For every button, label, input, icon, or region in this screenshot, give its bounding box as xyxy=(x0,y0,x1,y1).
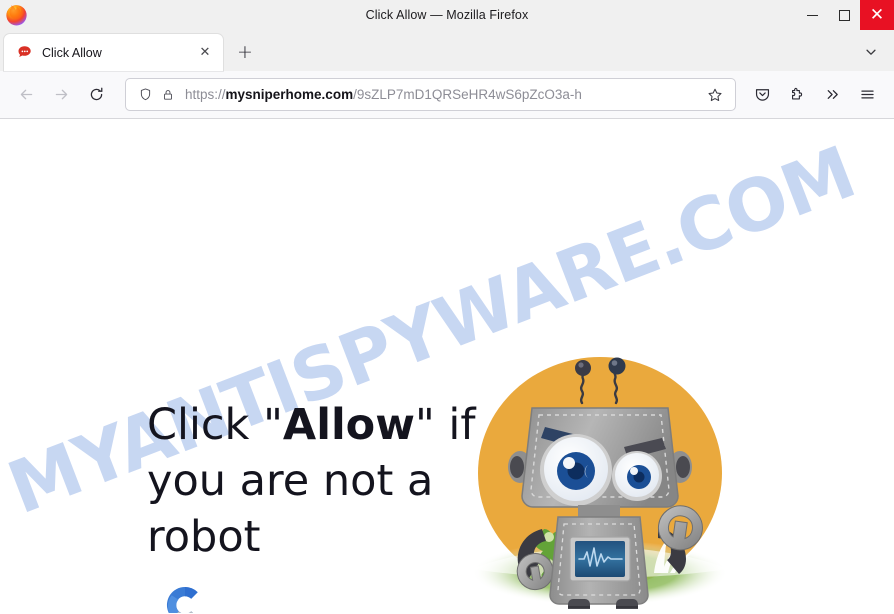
back-button[interactable] xyxy=(10,78,43,111)
minimize-button[interactable] xyxy=(796,0,828,30)
bookmark-star-icon[interactable] xyxy=(702,82,728,108)
window-controls: ✕ xyxy=(796,0,894,30)
tab-title: Click Allow xyxy=(42,45,102,60)
lock-icon[interactable] xyxy=(158,85,177,104)
tab-close-icon[interactable]: ✕ xyxy=(195,43,215,63)
close-button[interactable]: ✕ xyxy=(860,0,894,30)
url-host: mysniperhome.com xyxy=(225,87,354,102)
window-titlebar: Click Allow — Mozilla Firefox ✕ xyxy=(0,0,894,30)
headline-line-2: you are not a xyxy=(147,456,434,506)
firefox-logo-icon xyxy=(4,2,29,27)
page-headline: Click "Allow" if you are not a robot xyxy=(147,397,477,565)
hamburger-menu-icon[interactable] xyxy=(851,78,884,111)
page-favicon-icon xyxy=(16,44,33,61)
pocket-icon[interactable] xyxy=(746,78,779,111)
reload-button[interactable] xyxy=(80,78,113,111)
e-captcha-badge: E-CAPTCHA xyxy=(152,583,218,613)
window-title: Click Allow — Mozilla Firefox xyxy=(365,8,529,22)
cartoon-robot-illustration xyxy=(466,341,734,613)
forward-button[interactable] xyxy=(45,78,78,111)
url-scheme: https:// xyxy=(185,87,226,102)
page-content: MYANTISPYWARE.COM Click "Allow" if you a… xyxy=(0,119,894,613)
maximize-button[interactable] xyxy=(828,0,860,30)
list-all-tabs-button[interactable] xyxy=(858,39,884,65)
browser-tab[interactable]: Click Allow ✕ xyxy=(4,34,223,71)
url-path: /9sZLP7mD1QRSeHR4wS6pZcO3a-h xyxy=(353,87,582,102)
new-tab-button[interactable]: + xyxy=(229,36,261,68)
puzzle-piece-icon[interactable] xyxy=(781,78,814,111)
navigation-toolbar: https://mysniperhome.com/9sZLP7mD1QRSeHR… xyxy=(0,71,894,119)
headline-line-3: robot xyxy=(147,512,261,562)
url-bar[interactable]: https://mysniperhome.com/9sZLP7mD1QRSeHR… xyxy=(125,78,736,111)
shield-icon[interactable] xyxy=(136,85,155,104)
e-captcha-logo-icon xyxy=(163,583,207,613)
headline-part-1: Click " xyxy=(147,400,283,450)
overflow-menu-icon[interactable] xyxy=(816,78,849,111)
url-text-container[interactable]: https://mysniperhome.com/9sZLP7mD1QRSeHR… xyxy=(185,79,702,110)
headline-emphasis: Allow xyxy=(282,400,415,450)
toolbar-actions xyxy=(746,78,884,111)
tab-strip: Click Allow ✕ + xyxy=(0,30,894,71)
